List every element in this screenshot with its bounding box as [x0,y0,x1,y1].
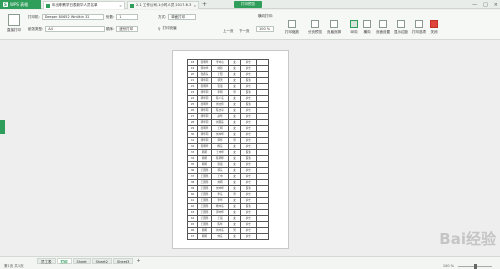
portrait-label: 纵向 [350,30,358,34]
next-page-button[interactable]: 下一页 [239,19,250,34]
new-tab-button[interactable]: + [202,1,207,8]
table-cell: 47 [187,233,198,240]
close-window-icon[interactable]: × [494,2,498,8]
portrait-button[interactable]: 纵向 [350,20,358,35]
side-handle[interactable] [0,120,5,134]
print-scale-button[interactable]: 打印缩放 [285,20,299,35]
landscape-icon [363,20,371,28]
landscape-button[interactable]: 横向 [363,20,371,35]
landscape-row: 横向打印: [258,14,273,19]
printer-row: 打印机: Deeper 80652 Wrdlkin 32 [28,14,104,20]
landscape-label: 横向打印: [258,14,274,18]
page-setup-button[interactable]: 页面设置 [376,20,390,35]
close-icon [430,20,438,28]
paper-type-label: 纸张类型: [28,26,44,31]
page-setup-icon [379,20,387,28]
page-break-label: 分页预览 [308,30,322,34]
direct-print-button[interactable]: 直接打印 [3,12,25,38]
order-row: 顺序: 逐份打印 [106,26,139,32]
order-select[interactable]: 逐份打印 [116,26,139,32]
sheet-tab[interactable]: Sheet2 [91,258,112,264]
zoom-row: 100 % [256,26,274,32]
header-footer-button[interactable]: 页眉页脚 [327,20,341,35]
print-options-button[interactable]: 打印选项 [412,20,426,35]
print-header-label: 打印页眉 [162,26,177,30]
minimize-icon[interactable]: — [472,2,477,8]
print-preview-toolbar: 直接打印 打印机: Deeper 80652 Wrdlkin 32 纸张类型: … [0,10,500,40]
sheet-tab[interactable]: Sheet [72,258,91,264]
watermark: Bai经验 [439,230,496,248]
page-break-icon [311,20,319,28]
maximize-icon[interactable]: □ [483,2,488,8]
spreadsheet-icon [46,3,50,8]
document-tab-label: 年出职教学日表新华人员名单 [52,3,98,7]
document-tab-label: 2-1 工作公司-1小时人员 2017-6-3 [136,3,192,7]
order-label: 顺序: [106,26,115,31]
header-footer-icon [330,20,338,28]
printer-label: 打印机: [28,14,40,19]
sheet-tab[interactable]: Sheet3 [112,258,134,264]
mode-label: 方式: [158,14,167,19]
landscape-label-text: 横向 [363,30,371,34]
printer-icon [8,14,20,26]
copies-input[interactable]: 1 [116,14,139,20]
options-icon [415,20,423,28]
zoom-slider[interactable] [458,263,492,269]
print-preview-title: 打印预览 [234,1,262,8]
options-label: 打印选项 [412,30,426,34]
data-table: 18 张明华 李中心女护士 19 郭中华 刘新女护士 20 张希东 王阳女护士 21 郭华同 郭洪女医… [187,59,269,240]
sheet-tab[interactable]: 打印 [56,258,72,264]
close-label: 关闭 [430,30,438,34]
next-page-label: 下一页 [239,29,250,33]
zoom-knob[interactable] [474,263,477,269]
document-tab-1[interactable]: 年出职教学日表新华人员名单 × [43,1,125,9]
close-tab-icon[interactable]: × [193,4,196,8]
page-status: 第1页 共1页 [4,264,24,268]
zoom-input[interactable]: 100 % [256,26,274,32]
print-header-row[interactable]: ⚲ 打印页眉 [158,26,177,31]
table-cell: 女 [228,233,241,240]
sheet-tabs: 员工表 打印 Sheet Sheet2 Sheet3 + [37,258,143,264]
add-sheet-button[interactable]: + [134,258,142,264]
zoom-control: 100 % [442,263,492,269]
status-bar: 员工表 打印 Sheet Sheet2 Sheet3 + 第1页 共1页 100 % [0,256,500,269]
zoom-value: 100 % [442,264,454,268]
table-cell: 韩明 [197,233,212,240]
table-cell-empty [256,233,269,240]
preview-page: 18 张明华 李中心女护士 19 郭中华 刘新女护士 20 张希东 王阳女护士 21 郭华同 郭洪女医… [172,50,289,249]
mode-row: 方式: 单面打印 [158,14,197,20]
header-footer-label: 页眉页脚 [327,30,341,34]
prev-page-button[interactable]: 上一页 [223,19,234,34]
direct-print-label: 直接打印 [7,28,21,32]
app-name: WPS 表格 [10,1,29,7]
document-tab-2[interactable]: 2-1 工作公司-1小时人员 2017-6-3 × [127,1,199,9]
copies-row: 份数: 1 [106,14,139,20]
prev-page-label: 上一页 [223,29,234,33]
show-margin-button[interactable]: 显示边距 [394,20,408,35]
margin-icon [397,20,405,28]
paper-row: 纸张类型: A4 [28,26,106,32]
table-row: 47 韩明 刘东女护士 [187,233,269,240]
title-bar: S WPS 表格 年出职教学日表新华人员名单 × 2-1 工作公司-1小时人员 … [0,0,500,9]
app-menu-button[interactable]: S WPS 表格 [0,0,41,9]
wps-logo-icon: S [3,2,8,7]
printer-select[interactable]: Deeper 80652 Wrdlkin 32 [41,14,104,20]
portrait-icon [350,20,358,28]
print-header-icon: ⚲ [158,26,161,31]
table-cell: 护士 [240,233,257,240]
close-tab-icon[interactable]: × [119,4,122,8]
table-cell: 刘东 [211,233,229,240]
paper-type-select[interactable]: A4 [45,26,106,32]
sheet-tab[interactable]: 员工表 [37,258,56,264]
scale-icon [288,20,296,28]
margin-label: 显示边距 [394,30,408,34]
close-preview-button[interactable]: 关闭 [430,20,438,35]
window-controls: — □ × [472,0,498,9]
page-setup-label: 页面设置 [376,30,390,34]
page-break-button[interactable]: 分页预览 [308,20,322,35]
print-scale-label: 打印缩放 [285,30,299,34]
spreadsheet-icon [130,3,134,8]
mode-select[interactable]: 单面打印 [168,14,197,20]
copies-label: 份数: [106,14,115,19]
